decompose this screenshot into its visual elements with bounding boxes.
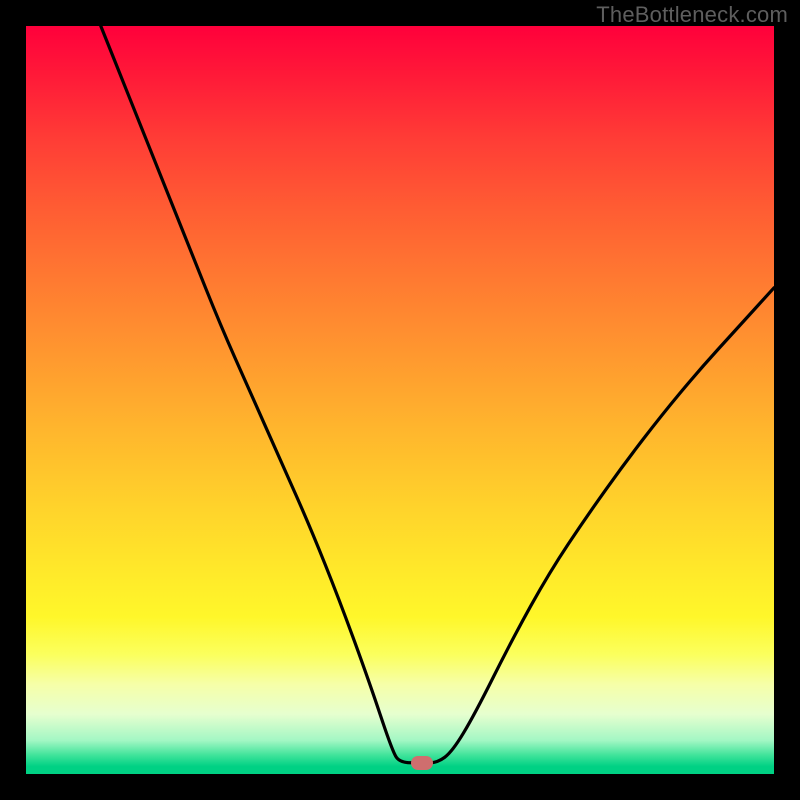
optimum-marker [411, 756, 433, 770]
watermark-text: TheBottleneck.com [596, 2, 788, 28]
bottleneck-curve-path [101, 26, 774, 763]
chart-frame: TheBottleneck.com [0, 0, 800, 800]
curve-svg [26, 26, 774, 774]
gradient-plot-area [26, 26, 774, 774]
